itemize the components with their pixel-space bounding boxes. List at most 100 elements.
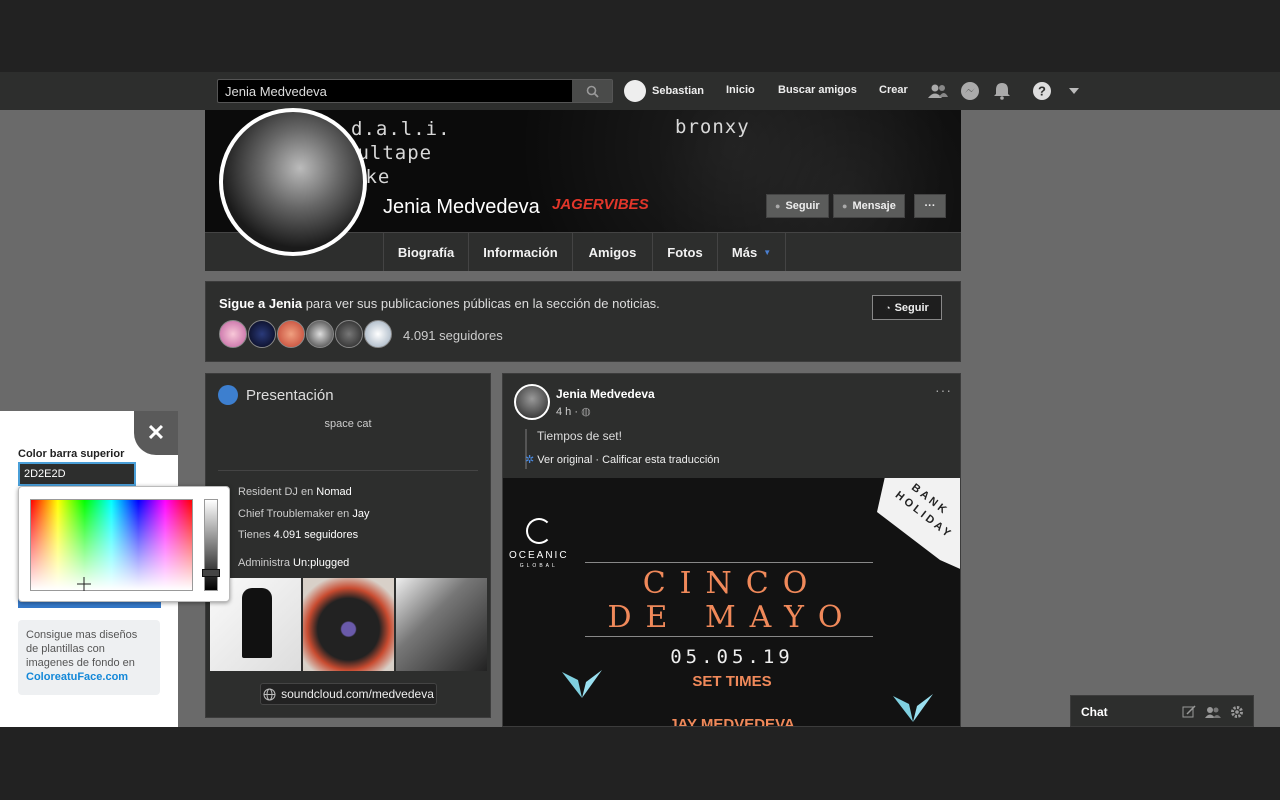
rss-icon: ◔ bbox=[885, 302, 891, 313]
svg-text:?: ? bbox=[1038, 84, 1046, 99]
nav-home-link[interactable]: Inicio bbox=[726, 84, 755, 96]
browser-viewport: Sebastian Inicio Buscar amigos Crear ? d… bbox=[0, 72, 1280, 727]
messenger-icon[interactable] bbox=[959, 80, 981, 102]
more-icon: ··· bbox=[924, 200, 936, 212]
compose-icon[interactable] bbox=[1181, 704, 1197, 720]
chevron-down-icon: ▼ bbox=[763, 247, 772, 257]
follower-avatar[interactable] bbox=[306, 320, 334, 348]
follower-avatar[interactable] bbox=[364, 320, 392, 348]
butterfly-icon bbox=[562, 670, 602, 698]
tab-mas[interactable]: Más ▼ bbox=[717, 233, 786, 271]
intro-page-admin: Administra Un:plugged bbox=[238, 557, 350, 569]
follow-button-label: Seguir bbox=[894, 301, 929, 314]
letterbox-bottom bbox=[0, 727, 1280, 800]
translation-links: ✲ Ver original · Calificar esta traducci… bbox=[525, 454, 720, 466]
follower-avatar[interactable] bbox=[335, 320, 363, 348]
brightness-slider-handle[interactable] bbox=[202, 569, 220, 577]
photo-thumbnail[interactable] bbox=[396, 578, 487, 671]
intro-work-1: Resident DJ en Nomad bbox=[238, 486, 352, 498]
intro-link[interactable]: Nomad bbox=[316, 486, 351, 498]
search-icon bbox=[586, 85, 599, 98]
nav-find-friends-link[interactable]: Buscar amigos bbox=[778, 84, 857, 96]
cover-follow-button[interactable]: ● Seguir bbox=[766, 194, 829, 218]
chat-label: Chat bbox=[1081, 705, 1108, 719]
cover-text: d.a.l.i. bbox=[351, 118, 451, 140]
oceanic-logo: OCEANIC GLOBAL bbox=[509, 518, 569, 569]
bell-icon[interactable] bbox=[991, 80, 1013, 102]
follow-button[interactable]: ◔ Seguir bbox=[872, 295, 942, 320]
topbar-color-label: Color barra superior bbox=[18, 448, 125, 460]
nav-user-name: Sebastian bbox=[652, 85, 704, 97]
gear-icon[interactable] bbox=[1229, 704, 1245, 720]
intro-title: Presentación bbox=[246, 387, 334, 404]
topbar-color-input[interactable] bbox=[18, 462, 136, 486]
post-timestamp[interactable]: 4 h · ◍ bbox=[556, 405, 591, 418]
tab-amigos[interactable]: Amigos bbox=[572, 233, 652, 271]
butterfly-icon bbox=[893, 694, 933, 722]
brightness-slider[interactable] bbox=[204, 499, 218, 591]
globe-icon: ◍ bbox=[581, 406, 591, 418]
post-image[interactable]: OCEANIC GLOBAL BANK HOLIDAY CINCO DE MAY… bbox=[503, 478, 960, 726]
tab-mas-label: Más bbox=[731, 244, 758, 260]
rate-translation-link[interactable]: Calificar esta traducción bbox=[602, 454, 719, 466]
picker-crosshair[interactable] bbox=[77, 577, 91, 591]
cover-more-button[interactable]: ··· bbox=[914, 194, 946, 218]
tab-fotos[interactable]: Fotos bbox=[652, 233, 717, 271]
chevron-down-icon[interactable] bbox=[1063, 80, 1085, 102]
nav-create-link[interactable]: Crear bbox=[879, 84, 908, 96]
follower-avatar[interactable] bbox=[248, 320, 276, 348]
soundcloud-link[interactable]: soundcloud.com/medvedeva bbox=[260, 683, 437, 705]
globe-icon bbox=[218, 385, 238, 405]
post-card: Jenia Medvedeva 4 h · ◍ ··· Tiempos de s… bbox=[502, 373, 961, 727]
tab-informacion[interactable]: Información bbox=[468, 233, 572, 271]
close-icon[interactable]: ✕ bbox=[134, 411, 178, 455]
globe-icon bbox=[263, 688, 276, 700]
rss-icon: ● bbox=[775, 201, 781, 211]
color-saturation-area[interactable] bbox=[30, 499, 193, 591]
jagervibes-logo: JAGERVIBES bbox=[552, 196, 649, 213]
poster-title: CINCO bbox=[642, 566, 822, 601]
friends-icon[interactable] bbox=[1205, 704, 1221, 720]
search-input[interactable] bbox=[218, 80, 574, 102]
search-button[interactable] bbox=[572, 80, 612, 102]
see-original-link[interactable]: Ver original bbox=[537, 454, 592, 466]
cover-message-button[interactable]: ● Mensaje bbox=[833, 194, 905, 218]
post-author[interactable]: Jenia Medvedeva bbox=[556, 387, 655, 401]
messenger-icon: ● bbox=[842, 201, 848, 211]
friends-icon[interactable] bbox=[927, 80, 949, 102]
color-picker bbox=[18, 486, 230, 602]
chat-bar[interactable]: Chat bbox=[1070, 695, 1254, 727]
followers-count: 4.091 seguidores bbox=[403, 328, 503, 343]
intro-followers: Tienes 4.091 seguidores bbox=[238, 529, 359, 541]
follower-avatar[interactable] bbox=[277, 320, 305, 348]
templates-info: Consigue mas diseños de plantillas con i… bbox=[18, 620, 160, 695]
letterbox-top bbox=[0, 0, 1280, 72]
poster-date: 05.05.19 bbox=[670, 646, 794, 668]
intro-link[interactable]: Jay bbox=[352, 508, 369, 520]
cover-message-label: Mensaje bbox=[852, 200, 896, 212]
top-bar: Sebastian Inicio Buscar amigos Crear ? bbox=[0, 72, 1280, 110]
intro-work-2: Chief Troublemaker en Jay bbox=[238, 508, 370, 520]
tab-biografia[interactable]: Biografía bbox=[383, 233, 468, 271]
divider bbox=[218, 470, 478, 471]
poster-title: DE MAYO bbox=[607, 600, 857, 635]
help-icon[interactable]: ? bbox=[1031, 80, 1053, 102]
intro-link[interactable]: Un:plugged bbox=[293, 557, 349, 569]
search-box bbox=[217, 79, 613, 103]
gear-icon: ✲ bbox=[525, 454, 535, 466]
follower-avatar[interactable] bbox=[219, 320, 247, 348]
avatar bbox=[624, 80, 646, 102]
cover-follow-label: Seguir bbox=[785, 200, 820, 212]
coloreatuface-link[interactable]: ColoreatuFace.com bbox=[26, 671, 128, 683]
photo-thumbnail[interactable] bbox=[303, 578, 394, 671]
nav-user[interactable]: Sebastian bbox=[624, 80, 704, 102]
post-options-button[interactable]: ··· bbox=[935, 382, 952, 398]
soundcloud-link-label: soundcloud.com/medvedeva bbox=[281, 687, 434, 701]
cover-text: bronxy bbox=[675, 116, 750, 138]
follow-prompt: Sigue a Jenia para ver sus publicaciones… bbox=[219, 296, 660, 311]
intro-bio: space cat bbox=[324, 418, 372, 430]
follow-card: Sigue a Jenia para ver sus publicaciones… bbox=[205, 281, 961, 362]
intro-card: Presentación space cat Resident DJ en No… bbox=[205, 373, 491, 718]
profile-picture[interactable] bbox=[219, 108, 367, 256]
avatar[interactable] bbox=[514, 384, 550, 420]
